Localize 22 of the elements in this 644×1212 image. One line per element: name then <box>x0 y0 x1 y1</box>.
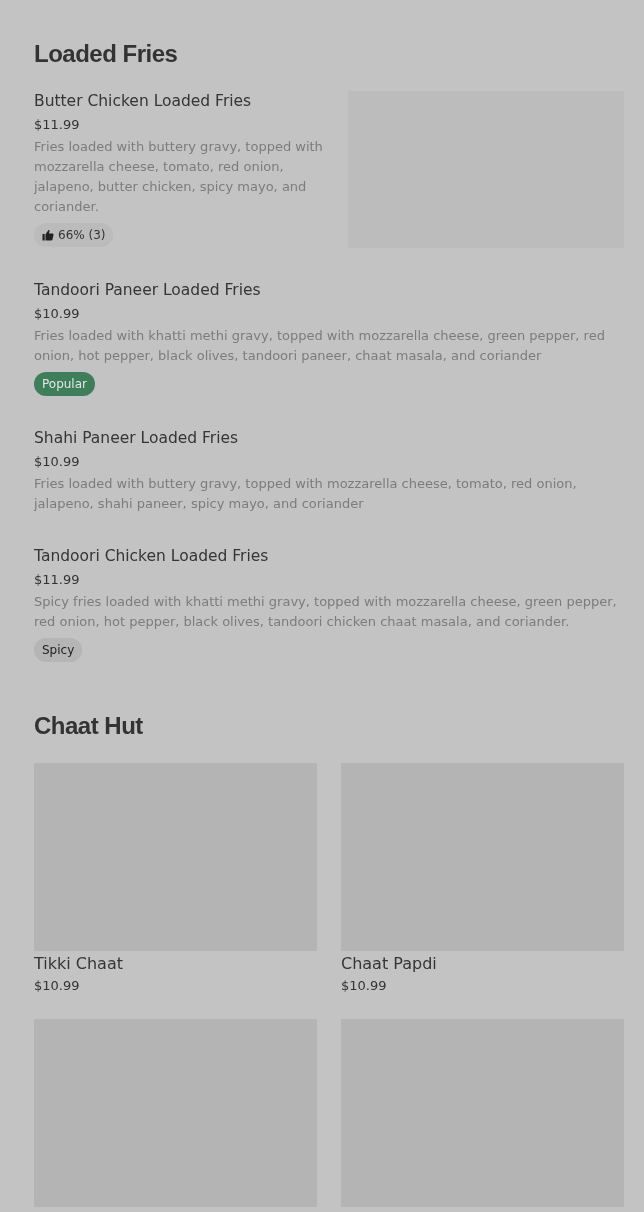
item-price: $10.99 <box>34 977 81 995</box>
item-price: $10.99 <box>34 305 81 323</box>
item-name: Chaat Papdi <box>341 954 438 974</box>
thumbs-up-icon <box>42 229 54 241</box>
item-name: Tandoori Paneer Loaded Fries <box>34 280 262 300</box>
item-name: Tandoori Chicken Loaded Fries <box>34 546 270 566</box>
item-name: Tikki Chaat <box>34 954 124 974</box>
item-description: Fries loaded with buttery gravy, topped with mozzarella cheese, tomato, red onion, jalapeno, shahi paneer, spicy mayo, and coriander <box>34 475 578 513</box>
item-description: Fries loaded with khatti methi gravy, topped with mozzarella cheese, green pepper, red onion, hot pepper, black olives, tandoori paneer, chaat masala, and coriander <box>34 327 606 365</box>
item-description: Fries loaded with buttery gravy, topped with mozzarella cheese, tomato, red onion, jalapeno, butter chicken, spicy mayo, and coriander. <box>34 138 324 216</box>
item-description: Spicy fries loaded with khatti methi gravy, topped with mozzarella cheese, green pepper, red onion, hot pepper, black olives, tandoori chicken chaat masala, and coriander. <box>34 593 618 631</box>
tag: Popular <box>34 372 95 396</box>
item-price: $10.99 <box>34 453 81 471</box>
section-heading: Chaat Hut <box>34 711 144 741</box>
rating-text: 66% (3) <box>58 228 106 242</box>
item-name: Butter Chicken Loaded Fries <box>34 91 253 111</box>
item-price: $11.99 <box>34 571 81 589</box>
item-name: Shahi Paneer Loaded Fries <box>34 428 240 448</box>
tag: Spicy <box>34 638 83 662</box>
item-price: $10.99 <box>341 977 388 995</box>
section-heading: Loaded Fries <box>34 39 179 69</box>
item-price: $11.99 <box>34 116 81 134</box>
